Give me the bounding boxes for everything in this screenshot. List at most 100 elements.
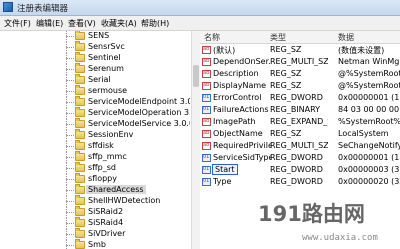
tree-line <box>66 113 74 114</box>
value-row[interactable]: ServiceSidTypeREG_DWORD 0x00000001 (1) <box>200 152 400 164</box>
string-value-icon <box>202 130 211 138</box>
folder-icon <box>75 195 85 205</box>
tree-line <box>66 234 74 235</box>
menu-favorites[interactable]: 收藏夹(A) <box>101 18 137 29</box>
tree-item-label: sffp_mmc <box>88 152 127 161</box>
value-data: 0x00000001 (1) <box>338 153 400 162</box>
tree-item-label: SENS <box>88 31 110 40</box>
value-data: Netman WinMgm <box>338 57 400 66</box>
watermark-url: www.udaxia.com <box>302 233 378 243</box>
value-row[interactable]: ImagePath REG_EXPAND_SZ %SystemRoot%\ <box>200 116 400 128</box>
tree-item-label: SharedAccess <box>86 185 146 194</box>
value-name: FailureActions <box>213 105 269 114</box>
string-value-icon <box>202 118 211 126</box>
folder-icon <box>75 96 85 106</box>
tree-item-label: sffdisk <box>88 141 114 150</box>
value-row[interactable]: DependOnSer...REG_MULTI_SZ Netman WinMgm <box>200 56 400 68</box>
binary-value-icon <box>202 106 211 114</box>
value-type: REG_DWORD <box>270 177 323 186</box>
tree-line <box>66 36 74 37</box>
value-type: REG_SZ <box>270 81 302 90</box>
value-type: REG_SZ <box>270 129 302 138</box>
value-data: %SystemRoot%\ <box>338 117 400 126</box>
menu-file[interactable]: 文件(F) <box>4 18 31 29</box>
tree-line <box>66 69 74 70</box>
tree-line <box>66 168 74 169</box>
tree-item-label: SessionEnv <box>88 130 134 139</box>
folder-icon <box>75 217 85 227</box>
value-row[interactable]: Description REG_SZ @%SystemRoot% <box>200 68 400 80</box>
value-type: REG_DWORD <box>270 165 323 174</box>
value-row[interactable]: (默认) REG_SZ (数值未设置) <box>200 44 400 56</box>
folder-icon <box>75 151 85 161</box>
value-name: ObjectName <box>213 129 263 138</box>
value-data: 0x00000020 (32) <box>338 177 400 186</box>
tree-line <box>66 179 74 180</box>
registry-key-tree[interactable]: SENS SensrSvc Sentinel Serenum Serial sermous… <box>0 31 190 249</box>
tree-line <box>66 190 74 191</box>
value-name: (默认) <box>213 46 236 55</box>
tree-line <box>66 245 74 246</box>
string-value-icon <box>202 70 211 78</box>
value-row[interactable]: DisplayNameREG_SZ @%SystemRoot% <box>200 80 400 92</box>
value-name: Description <box>213 69 259 78</box>
folder-icon <box>75 206 85 216</box>
menu-help[interactable]: 帮助(H) <box>141 18 169 29</box>
binary-value-icon <box>202 154 211 162</box>
value-name: ServiceSidType <box>213 153 271 162</box>
value-name: ErrorControl <box>213 93 262 102</box>
tree-item-label: sffp_sd <box>88 163 117 172</box>
value-type: REG_SZ <box>270 45 302 54</box>
menu-edit[interactable]: 编辑(E) <box>36 18 63 29</box>
folder-icon <box>75 107 85 117</box>
binary-value-icon <box>202 166 211 174</box>
tree-item-label: Serenum <box>88 64 124 73</box>
folder-icon <box>75 239 85 249</box>
tree-line <box>66 212 74 213</box>
tree-line <box>66 80 74 81</box>
menu-view[interactable]: 查看(V) <box>68 18 96 29</box>
value-row[interactable]: ObjectName REG_SZ LocalSystem <box>200 128 400 140</box>
window-title: 注册表编辑器 <box>17 4 69 14</box>
string-value-icon <box>202 46 211 54</box>
column-type-header[interactable]: 类型 <box>270 32 286 43</box>
value-row[interactable]: RequiredPrivile...REG_MULTI_SZ SeChangeNo… <box>200 140 400 152</box>
string-value-icon <box>202 142 211 150</box>
tree-line <box>66 91 74 92</box>
tree-item-label: Serial <box>88 75 111 84</box>
value-row[interactable]: FailureActionsREG_BINARY 84 03 00 00 00 0… <box>200 104 400 116</box>
folder-icon <box>75 74 85 84</box>
tree-line <box>66 239 75 249</box>
column-data-header[interactable]: 数据 <box>338 32 354 43</box>
tree-line <box>66 58 74 59</box>
value-row[interactable]: Type REG_DWORD 0x00000020 (32) <box>200 176 400 188</box>
value-data: (数值未设置) <box>338 46 385 55</box>
folder-icon <box>75 173 85 183</box>
tree-item-label: SiSRaid4 <box>88 218 124 227</box>
string-value-icon <box>202 58 211 66</box>
value-type: REG_MULTI_SZ <box>270 57 328 66</box>
folder-icon <box>75 63 85 73</box>
value-row[interactable]: Start REG_DWORD 0x00000003 (3) <box>200 164 400 176</box>
column-name-header[interactable]: 名称 <box>204 32 220 43</box>
tree-line <box>66 135 74 136</box>
tree-item-label: SiSRaid2 <box>88 207 124 216</box>
tree-line <box>66 201 74 202</box>
folder-icon <box>75 228 85 238</box>
tree-line <box>66 47 74 48</box>
value-name: Type <box>213 177 232 186</box>
tree-item-label: ServiceModelEndpoint 3.0.0.0 <box>88 97 190 106</box>
tree-item-label: Smb <box>88 240 106 249</box>
tree-item-label: ServiceModelOperation 3.0.0.0 <box>88 108 190 117</box>
tree-scroll-thumb[interactable] <box>193 65 199 87</box>
folder-icon <box>75 184 85 194</box>
tree-item-label: ShellHWDetection <box>88 196 161 205</box>
folder-icon <box>75 52 85 62</box>
title-bar: 注册表编辑器 <box>0 0 400 16</box>
value-data: LocalSystem <box>338 129 389 138</box>
tree-item[interactable]: Smb <box>0 239 190 249</box>
value-row[interactable]: ErrorControl REG_DWORD 0x00000001 (1) <box>200 92 400 104</box>
value-data: SeChangeNotifyP <box>338 141 400 150</box>
value-type: REG_DWORD <box>270 153 323 162</box>
binary-value-icon <box>202 178 211 186</box>
